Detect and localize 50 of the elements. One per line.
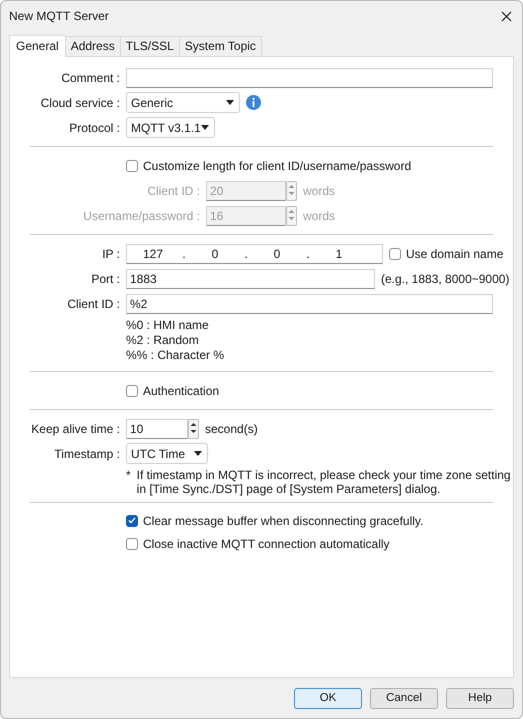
ip-address-field[interactable]: 127 . 0 . 0 . 1 bbox=[126, 244, 383, 264]
field-label: Cloud service : bbox=[40, 96, 120, 110]
field-label: Comment : bbox=[60, 70, 120, 84]
field-label: Client ID : bbox=[66, 296, 120, 310]
checkbox[interactable] bbox=[126, 384, 138, 396]
protocol-dropdown[interactable]: MQTT v3.1.1 bbox=[126, 117, 215, 138]
tab[interactable]: System Topic bbox=[178, 36, 262, 57]
timestamp-dropdown[interactable]: UTC Time bbox=[126, 443, 208, 464]
caret-icon bbox=[194, 451, 202, 456]
legend-text: %0 : HMI name bbox=[126, 318, 210, 333]
unit-label: words bbox=[303, 184, 336, 198]
field-label: Keep alive time : bbox=[30, 422, 120, 436]
caret-icon bbox=[226, 100, 234, 105]
checkbox-label: Use domain name bbox=[406, 246, 504, 260]
client-id-field[interactable]: %2 bbox=[126, 294, 493, 314]
note-mark: * bbox=[126, 468, 131, 484]
field-label: Timestamp : bbox=[53, 446, 120, 460]
field-label: Client ID : bbox=[146, 184, 200, 198]
legend-text: %2 : Random bbox=[126, 333, 200, 348]
tab[interactable]: General bbox=[9, 35, 66, 57]
caret-icon bbox=[201, 125, 209, 130]
checkbox-label: Clear message buffer when disconnecting gracefully. bbox=[143, 514, 424, 528]
comment-field[interactable] bbox=[126, 68, 493, 88]
checkbox[interactable] bbox=[126, 160, 138, 172]
field-label: Protocol : bbox=[68, 120, 120, 134]
dialog-button[interactable]: OK bbox=[294, 688, 362, 708]
info-icon[interactable] bbox=[246, 95, 261, 110]
port-field[interactable]: 1883 bbox=[126, 268, 375, 288]
note-text: If timestamp in MQTT is incorrect, please check your time zone setting bbox=[136, 468, 511, 482]
checkbox-label: Close inactive MQTT connection automatically bbox=[143, 536, 390, 550]
spin-buttons[interactable] bbox=[188, 418, 199, 438]
number-field[interactable]: 10 bbox=[126, 418, 188, 438]
checkbox-label: Customize length for client ID/username/password bbox=[143, 158, 412, 172]
close-icon[interactable] bbox=[501, 10, 512, 22]
cloud-service-dropdown[interactable]: Generic bbox=[126, 92, 240, 113]
field-label: Username/password : bbox=[82, 208, 200, 222]
checkbox[interactable] bbox=[389, 248, 401, 260]
field-label: Port : bbox=[90, 272, 120, 286]
note-text: in [Time Sync./DST] page of [System Parameters] dialog. bbox=[136, 482, 442, 496]
unit-label: words bbox=[303, 208, 336, 222]
checkbox[interactable] bbox=[126, 514, 138, 526]
window-title: New MQTT Server bbox=[9, 9, 109, 23]
port-hint: (e.g., 1883, 8000~9000) bbox=[381, 272, 510, 286]
legend-text: %% : Character % bbox=[126, 348, 226, 363]
unit-label: second(s) bbox=[205, 422, 258, 436]
checkbox-label: Authentication bbox=[143, 384, 220, 398]
field-label: IP : bbox=[101, 246, 120, 260]
dialog-button[interactable]: Cancel bbox=[370, 688, 438, 708]
checkbox[interactable] bbox=[126, 538, 138, 550]
dialog-button[interactable]: Help bbox=[446, 688, 514, 708]
